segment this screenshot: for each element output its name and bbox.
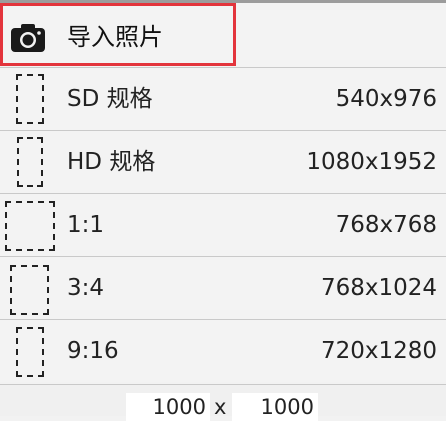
square-frame-icon [5, 201, 55, 251]
custom-width-input[interactable]: 1000 [126, 393, 210, 421]
option-3-4[interactable]: 3:4 768x1024 [0, 256, 446, 319]
option-label: SD 规格 [67, 86, 153, 112]
portrait-frame-icon [16, 74, 44, 124]
portrait-frame-icon [10, 265, 49, 315]
option-resolution: 768x768 [335, 212, 437, 238]
option-resolution: 720x1280 [320, 338, 437, 364]
camera-icon [11, 24, 45, 52]
option-resolution: 540x976 [335, 86, 437, 112]
option-sd[interactable]: SD 规格 540x976 [0, 67, 446, 130]
option-label: HD 规格 [67, 149, 156, 175]
option-label: 3:4 [67, 275, 105, 301]
portrait-frame-icon [17, 137, 43, 187]
custom-size-row: 1000 x 1000 [0, 384, 446, 421]
option-hd[interactable]: HD 规格 1080x1952 [0, 130, 446, 193]
portrait-frame-icon [16, 327, 44, 377]
option-9-16[interactable]: 9:16 720x1280 [0, 319, 446, 382]
import-photo-item[interactable]: 导入照片 [0, 3, 446, 67]
option-label: 9:16 [67, 338, 119, 364]
option-resolution: 1080x1952 [306, 149, 437, 175]
custom-height-input[interactable]: 1000 [232, 393, 318, 421]
size-separator: x [214, 395, 227, 419]
option-square[interactable]: 1:1 768x768 [0, 193, 446, 256]
option-label: 1:1 [67, 212, 105, 238]
import-photo-label: 导入照片 [67, 23, 163, 51]
image-source-menu: 导入照片 SD 规格 540x976 HD 规格 1080x1952 1:1 7… [0, 0, 446, 421]
option-resolution: 768x1024 [320, 275, 437, 301]
